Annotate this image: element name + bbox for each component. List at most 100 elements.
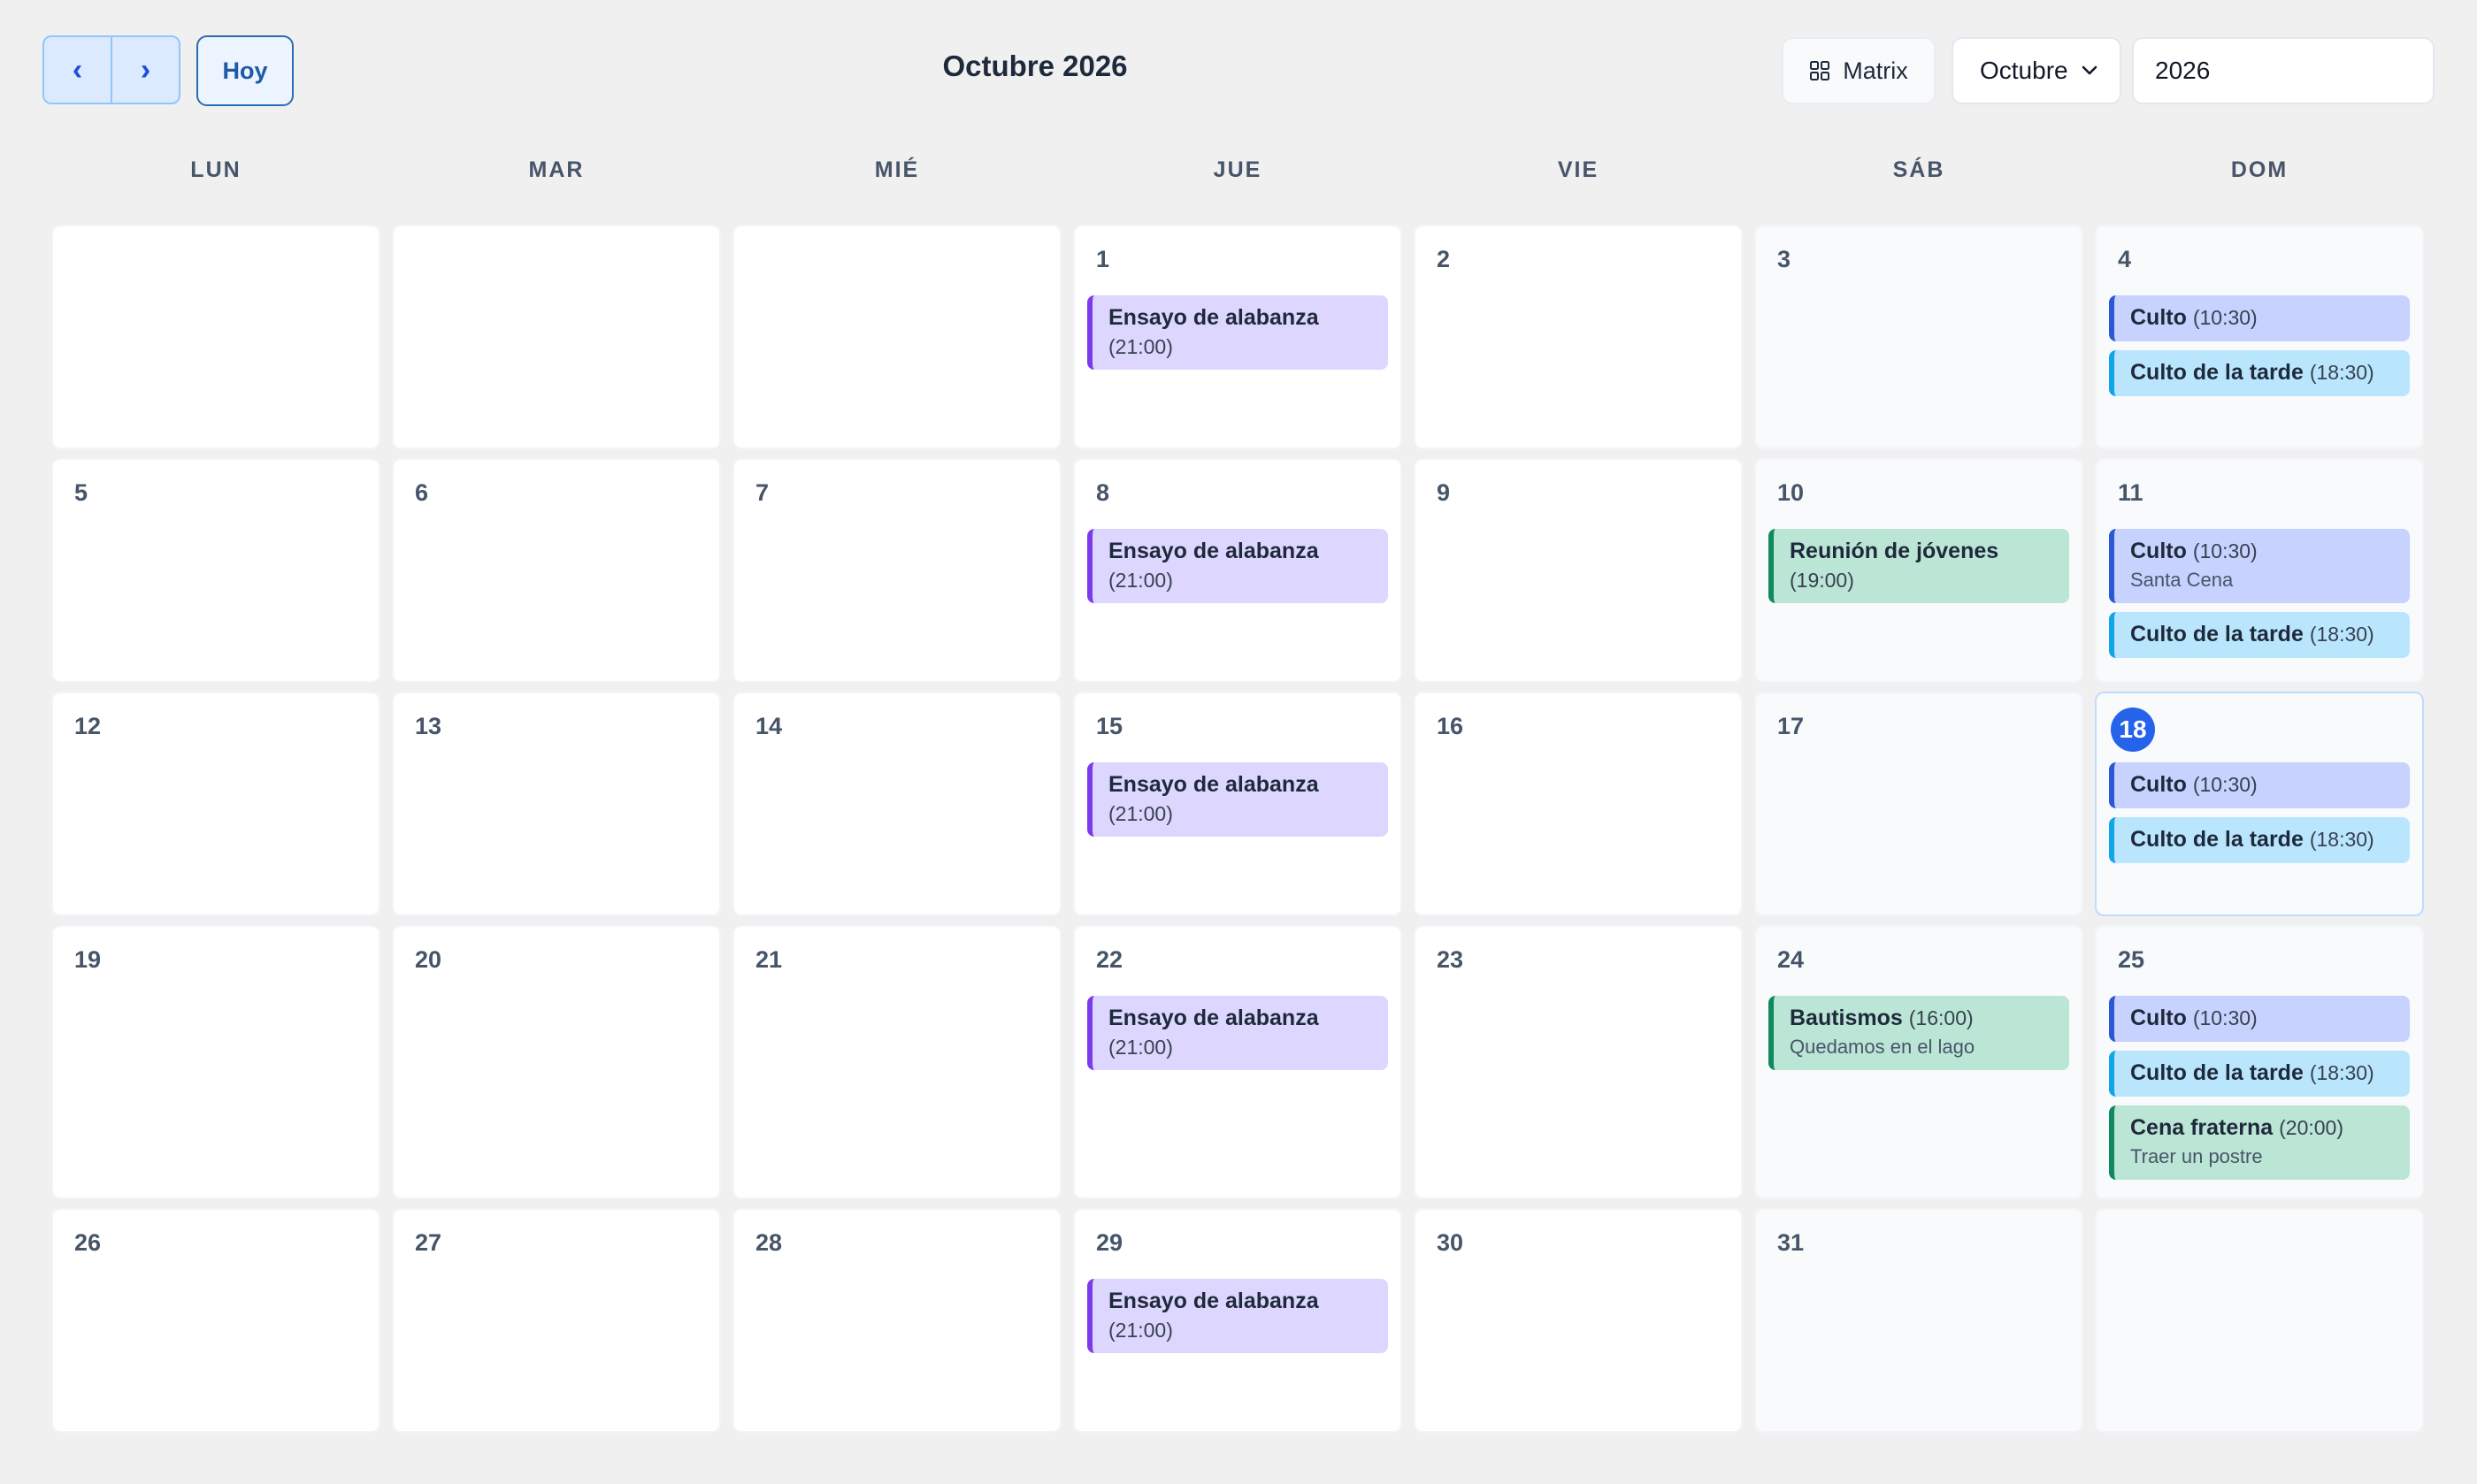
event-item[interactable]: Culto (10:30) xyxy=(2109,996,2410,1042)
weekday-header-row: LUN MAR MIÉ JUE VIE SÁB DOM xyxy=(51,157,2427,189)
event-list: Culto (10:30) Culto de la tarde (18:30) xyxy=(2109,295,2410,405)
event-item[interactable]: Culto (10:30) xyxy=(2109,295,2410,341)
day-cell[interactable]: 13 xyxy=(392,692,721,916)
day-cell[interactable]: 10 Reunión de jóvenes (19:00) xyxy=(1754,458,2083,683)
day-cell[interactable]: 24 Bautismos (16:00) Quedamos en el lago xyxy=(1754,925,2083,1199)
day-cell[interactable]: 7 xyxy=(732,458,1062,683)
day-cell[interactable]: 23 xyxy=(1414,925,1743,1199)
day-cell[interactable]: 27 xyxy=(392,1208,721,1433)
day-cell[interactable]: 12 xyxy=(51,692,380,916)
empty-day-cell xyxy=(2095,1208,2424,1433)
event-item[interactable]: Culto de la tarde (18:30) xyxy=(2109,350,2410,396)
event-time: (18:30) xyxy=(2309,1061,2374,1084)
day-cell[interactable]: 17 xyxy=(1754,692,2083,916)
today-cell[interactable]: 18 Culto (10:30) Culto de la tarde (18:30) xyxy=(2095,692,2424,916)
weekday-header: DOM xyxy=(2230,157,2289,182)
weekday-header: VIE xyxy=(1557,157,1599,182)
event-note: Traer un postre xyxy=(2130,1145,2263,1167)
event-list: Ensayo de alabanza (21:00) xyxy=(1087,295,1388,379)
day-cell[interactable]: 30 xyxy=(1414,1208,1743,1433)
event-item[interactable]: Ensayo de alabanza (21:00) xyxy=(1087,996,1388,1070)
day-cell[interactable]: 1 Ensayo de alabanza (21:00) xyxy=(1073,225,1402,449)
day-cell[interactable]: 21 xyxy=(732,925,1062,1199)
day-number: 11 xyxy=(2118,479,2143,506)
event-list: Bautismos (16:00) Quedamos en el lago xyxy=(1768,996,2069,1079)
event-item[interactable]: Ensayo de alabanza (21:00) xyxy=(1087,529,1388,603)
next-month-button[interactable]: › xyxy=(111,37,179,103)
event-item[interactable]: Bautismos (16:00) Quedamos en el lago xyxy=(1768,996,2069,1070)
empty-day-cell xyxy=(51,225,380,449)
day-cell[interactable]: 4 Culto (10:30) Culto de la tarde (18:30) xyxy=(2095,225,2424,449)
day-cell[interactable]: 9 xyxy=(1414,458,1743,683)
day-number: 22 xyxy=(1096,946,1123,973)
day-cell[interactable]: 8 Ensayo de alabanza (21:00) xyxy=(1073,458,1402,683)
event-list: Ensayo de alabanza (21:00) xyxy=(1087,529,1388,612)
event-time: (16:00) xyxy=(1908,1006,1974,1029)
prev-month-button[interactable]: ‹ xyxy=(44,37,111,103)
event-time: (21:00) xyxy=(1108,1036,1173,1059)
day-cell[interactable]: 16 xyxy=(1414,692,1743,916)
event-item[interactable]: Culto de la tarde (18:30) xyxy=(2109,1051,2410,1097)
day-number: 1 xyxy=(1096,246,1110,272)
day-number: 28 xyxy=(755,1229,783,1256)
event-list: Ensayo de alabanza (21:00) xyxy=(1087,996,1388,1079)
event-title: Ensayo de alabanza xyxy=(1108,305,1319,330)
weekday-header: JUE xyxy=(1213,157,1262,182)
month-select[interactable]: Octubre xyxy=(1952,37,2121,104)
day-number: 17 xyxy=(1777,713,1805,739)
day-cell[interactable]: 11 Culto (10:30) Santa Cena Culto de la tar… xyxy=(2095,458,2424,683)
day-number: 25 xyxy=(2118,946,2145,973)
event-title: Culto de la tarde xyxy=(2130,360,2304,385)
event-time: (21:00) xyxy=(1108,569,1173,592)
day-number: 15 xyxy=(1096,713,1123,739)
event-title: Ensayo de alabanza xyxy=(1108,539,1319,563)
calendar-toolbar: ‹ › Hoy Octubre 2026 Matrix Octubre xyxy=(0,0,2477,142)
event-item[interactable]: Cena fraterna (20:00) Traer un postre xyxy=(2109,1105,2410,1180)
day-cell[interactable]: 31 xyxy=(1754,1208,2083,1433)
day-cell[interactable]: 2 xyxy=(1414,225,1743,449)
event-title: Culto xyxy=(2130,539,2187,563)
day-cell[interactable]: 14 xyxy=(732,692,1062,916)
day-number: 16 xyxy=(1437,713,1464,739)
event-item[interactable]: Ensayo de alabanza (21:00) xyxy=(1087,1279,1388,1353)
event-list: Ensayo de alabanza (21:00) xyxy=(1087,762,1388,845)
event-item[interactable]: Culto (10:30) Santa Cena xyxy=(2109,529,2410,603)
event-time: (21:00) xyxy=(1108,335,1173,358)
day-cell[interactable]: 6 xyxy=(392,458,721,683)
day-number: 6 xyxy=(415,479,429,506)
view-matrix-button[interactable]: Matrix xyxy=(1782,37,1936,104)
event-time: (18:30) xyxy=(2309,361,2374,384)
event-time: (21:00) xyxy=(1108,1319,1173,1342)
event-item[interactable]: Culto de la tarde (18:30) xyxy=(2109,817,2410,863)
day-cell[interactable]: 20 xyxy=(392,925,721,1199)
day-cell[interactable]: 28 xyxy=(732,1208,1062,1433)
event-item[interactable]: Ensayo de alabanza (21:00) xyxy=(1087,295,1388,370)
event-item[interactable]: Reunión de jóvenes (19:00) xyxy=(1768,529,2069,603)
day-number: 3 xyxy=(1777,246,1791,272)
day-number: 8 xyxy=(1096,479,1110,506)
day-cell[interactable]: 3 xyxy=(1754,225,2083,449)
day-cell[interactable]: 22 Ensayo de alabanza (21:00) xyxy=(1073,925,1402,1199)
day-cell[interactable]: 26 xyxy=(51,1208,380,1433)
event-item[interactable]: Culto de la tarde (18:30) xyxy=(2109,612,2410,658)
year-input[interactable] xyxy=(2132,37,2435,104)
calendar-grid: 1 Ensayo de alabanza (21:00) 2 3 4 Culto (10:3… xyxy=(51,225,2427,1436)
day-cell[interactable]: 29 Ensayo de alabanza (21:00) xyxy=(1073,1208,1402,1433)
event-item[interactable]: Ensayo de alabanza (21:00) xyxy=(1087,762,1388,837)
day-number: 12 xyxy=(74,713,102,739)
day-cell[interactable]: 5 xyxy=(51,458,380,683)
event-time: (21:00) xyxy=(1108,802,1173,825)
event-list: Culto (10:30) Santa Cena Culto de la tarde… xyxy=(2109,529,2410,667)
event-title: Ensayo de alabanza xyxy=(1108,772,1319,797)
event-title: Culto de la tarde xyxy=(2130,827,2304,852)
event-time: (10:30) xyxy=(2192,1006,2258,1029)
event-time: (19:00) xyxy=(1790,569,1854,592)
today-button[interactable]: Hoy xyxy=(196,35,294,106)
event-note: Santa Cena xyxy=(2130,569,2234,591)
event-title: Ensayo de alabanza xyxy=(1108,1006,1319,1030)
day-cell[interactable]: 15 Ensayo de alabanza (21:00) xyxy=(1073,692,1402,916)
event-item[interactable]: Culto (10:30) xyxy=(2109,762,2410,808)
day-cell[interactable]: 25 Culto (10:30) Culto de la tarde (18:30)… xyxy=(2095,925,2424,1199)
day-cell[interactable]: 19 xyxy=(51,925,380,1199)
today-day-number: 18 xyxy=(2111,708,2155,752)
